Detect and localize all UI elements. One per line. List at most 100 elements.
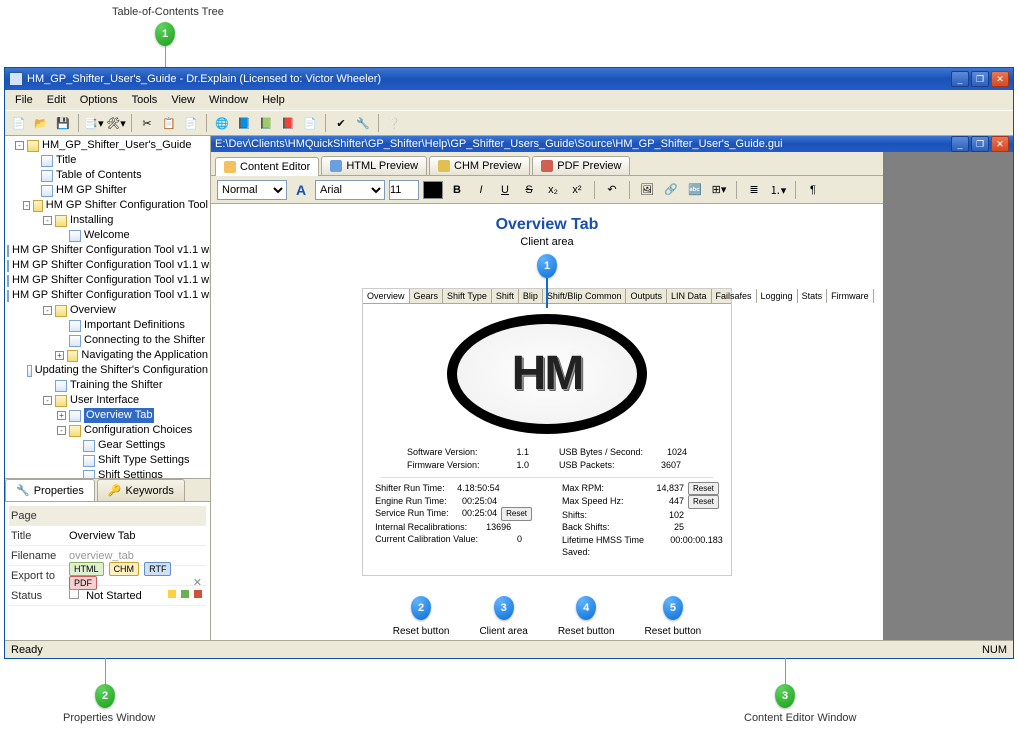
export-html-icon[interactable]: 🌐 xyxy=(212,113,232,133)
subscript-icon[interactable]: x₂ xyxy=(543,180,563,200)
tree-node[interactable]: -HM_GP_Shifter_User's_Guide xyxy=(7,138,208,153)
save-icon[interactable]: 💾 xyxy=(53,113,73,133)
tree-toggle-icon[interactable]: - xyxy=(15,141,24,150)
prop-title-value[interactable]: Overview Tab xyxy=(65,530,206,542)
tree-node[interactable]: Updating the Shifter's Configuration xyxy=(7,363,208,378)
undo-icon[interactable]: ↶ xyxy=(602,180,622,200)
tree-toggle-icon[interactable]: - xyxy=(57,426,66,435)
tree-node[interactable]: HM GP Shifter xyxy=(7,183,208,198)
doc-restore-button[interactable]: ❐ xyxy=(971,136,989,152)
cut-icon[interactable]: ✂ xyxy=(137,113,157,133)
toc-tree[interactable]: -HM_GP_Shifter_User's_GuideTitleTable of… xyxy=(5,136,210,478)
close-button[interactable]: ✕ xyxy=(991,71,1009,87)
prop-status-value[interactable]: Not Started xyxy=(65,589,206,602)
tab-properties[interactable]: 🔧Properties xyxy=(5,479,95,501)
export-pdf-icon[interactable]: 📕 xyxy=(278,113,298,133)
badge-html[interactable]: HTML xyxy=(69,562,104,576)
tree-label: HM GP Shifter Configuration Tool v1.1 wi… xyxy=(12,273,210,288)
tree-toggle-icon[interactable]: - xyxy=(23,201,30,210)
tree-node[interactable]: Gear Settings xyxy=(7,438,208,453)
tree-label: Welcome xyxy=(84,228,130,243)
para-format-icon[interactable]: ¶ xyxy=(803,180,823,200)
tree-node[interactable]: Table of Contents xyxy=(7,168,208,183)
tree-toggle-icon[interactable]: - xyxy=(43,396,52,405)
validate-icon[interactable]: ✔ xyxy=(331,113,351,133)
tree-node[interactable]: Welcome xyxy=(7,228,208,243)
tree-node[interactable]: Training the Shifter xyxy=(7,378,208,393)
superscript-icon[interactable]: x² xyxy=(567,180,587,200)
badge-rtf[interactable]: RTF xyxy=(144,562,171,576)
prop-filename-value[interactable]: overview_tab xyxy=(65,550,206,562)
tab-content-editor[interactable]: Content Editor xyxy=(215,157,319,176)
menu-tools[interactable]: Tools xyxy=(126,92,164,108)
options-icon[interactable]: 🔧 xyxy=(353,113,373,133)
content-canvas[interactable]: Overview Tab Client area 1 Overview Gear… xyxy=(211,204,883,640)
text-color-swatch[interactable] xyxy=(423,181,443,199)
italic-icon[interactable]: I xyxy=(471,180,491,200)
prop-export-value: HTML CHM RTF PDF ✕ xyxy=(65,562,206,590)
tree-toggle-icon[interactable]: - xyxy=(43,306,52,315)
export-chm-icon[interactable]: 📘 xyxy=(234,113,254,133)
page-title: Overview Tab xyxy=(231,216,863,234)
doc-close-button[interactable]: ✕ xyxy=(991,136,1009,152)
bullet-list-icon[interactable]: ≣ xyxy=(744,180,764,200)
tree-node[interactable]: Important Definitions xyxy=(7,318,208,333)
font-size-input[interactable] xyxy=(389,180,419,200)
font-color-icon[interactable]: A xyxy=(291,180,311,200)
underline-icon[interactable]: U xyxy=(495,180,515,200)
tree-node[interactable]: HM GP Shifter Configuration Tool v1.1 wi… xyxy=(7,258,208,273)
copy-icon[interactable]: 📋 xyxy=(159,113,179,133)
tree-node[interactable]: -User Interface xyxy=(7,393,208,408)
tree-toggle-icon[interactable]: - xyxy=(43,216,52,225)
tree-node[interactable]: -Configuration Choices xyxy=(7,423,208,438)
tree-node[interactable]: Shift Settings xyxy=(7,468,208,478)
tree-node[interactable]: Connecting to the Shifter xyxy=(7,333,208,348)
badge-pdf[interactable]: PDF xyxy=(69,576,97,590)
var-icon[interactable]: 🔤 xyxy=(685,180,705,200)
help-icon[interactable]: ❔ xyxy=(384,113,404,133)
style-select[interactable]: Normal xyxy=(217,180,287,200)
tab-keywords[interactable]: 🔑Keywords xyxy=(97,479,185,501)
tree-node[interactable]: Shift Type Settings xyxy=(7,453,208,468)
tree-node[interactable]: HM GP Shifter Configuration Tool v1.1 wi… xyxy=(7,288,208,303)
export-rtf-icon[interactable]: 📗 xyxy=(256,113,276,133)
new-icon[interactable]: 📄 xyxy=(9,113,29,133)
tree-node[interactable]: HM GP Shifter Configuration Tool v1.1 wi… xyxy=(7,243,208,258)
link-icon[interactable]: 🔗 xyxy=(661,180,681,200)
view-tabs: Content Editor HTML Preview CHM Preview … xyxy=(211,152,883,176)
badge-chm[interactable]: CHM xyxy=(109,562,140,576)
menu-window[interactable]: Window xyxy=(203,92,254,108)
image-icon[interactable]: 🖼 xyxy=(637,180,657,200)
tab-chm-preview[interactable]: CHM Preview xyxy=(429,156,530,175)
minimize-button[interactable]: _ xyxy=(951,71,969,87)
open-icon[interactable]: 📂 xyxy=(31,113,51,133)
menu-file[interactable]: File xyxy=(9,92,39,108)
maximize-button[interactable]: ❐ xyxy=(971,71,989,87)
tree-node[interactable]: Title xyxy=(7,153,208,168)
tree-node[interactable]: HM GP Shifter Configuration Tool v1.1 wi… xyxy=(7,273,208,288)
export-remove-icon[interactable]: ✕ xyxy=(193,576,202,589)
tab-pdf-preview[interactable]: PDF Preview xyxy=(532,156,630,175)
menu-view[interactable]: View xyxy=(165,92,201,108)
font-select[interactable]: Arial xyxy=(315,180,385,200)
doc-min-button[interactable]: _ xyxy=(951,136,969,152)
settings-icon[interactable]: 🛠▾ xyxy=(106,113,126,133)
tree-node[interactable]: +Overview Tab xyxy=(7,408,208,423)
tree-toggle-icon[interactable]: + xyxy=(55,351,64,360)
table-icon[interactable]: ⊞▾ xyxy=(709,180,729,200)
tree-node[interactable]: +Navigating the Application xyxy=(7,348,208,363)
menu-help[interactable]: Help xyxy=(256,92,291,108)
tree-node[interactable]: -HM GP Shifter Configuration Tool xyxy=(7,198,208,213)
menu-edit[interactable]: Edit xyxy=(41,92,72,108)
add-page-icon[interactable]: 📑▾ xyxy=(84,113,104,133)
tree-node[interactable]: -Overview xyxy=(7,303,208,318)
export-word-icon[interactable]: 📄 xyxy=(300,113,320,133)
bold-icon[interactable]: B xyxy=(447,180,467,200)
strike-icon[interactable]: S xyxy=(519,180,539,200)
paste-icon[interactable]: 📄 xyxy=(181,113,201,133)
tab-html-preview[interactable]: HTML Preview xyxy=(321,156,427,175)
menu-options[interactable]: Options xyxy=(74,92,124,108)
tree-node[interactable]: -Installing xyxy=(7,213,208,228)
tree-toggle-icon[interactable]: + xyxy=(57,411,66,420)
number-list-icon[interactable]: ⒈▾ xyxy=(768,180,788,200)
